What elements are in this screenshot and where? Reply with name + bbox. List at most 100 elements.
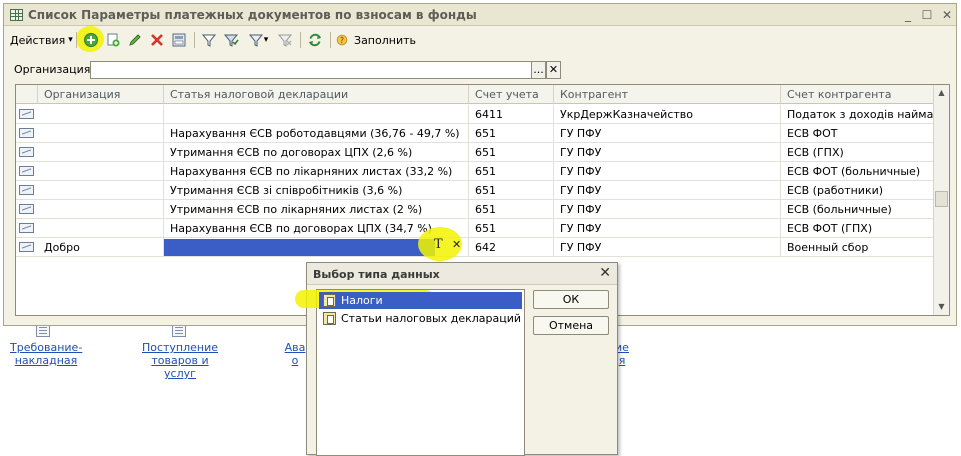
column-header-organization[interactable]: Организация [38,85,164,104]
list-item-taxes[interactable]: Налоги [319,292,522,309]
toolbar-separator [194,32,195,48]
add-icon [84,33,98,47]
cell-article[interactable]: Нарахування ЄСВ роботодавцями (36,76 - 4… [164,124,469,143]
cell-organization[interactable] [38,124,164,143]
cell-article[interactable] [164,105,469,124]
column-header-article[interactable]: Статья налоговой декларации [164,85,469,104]
cell-article[interactable]: Утримання ЄСВ по договорах ЦПХ (2,6 %) [164,143,469,162]
table-row[interactable]: Утримання ЄСВ по лікарняних листах (2 %)… [16,200,934,219]
cell-counterparty-account[interactable]: ЕСВ ФОТ (больничные) [781,162,934,181]
actions-menu[interactable]: Действия ▾ [10,30,73,50]
organization-input[interactable] [90,61,532,79]
delete-icon [151,34,163,46]
link-goods-receipt[interactable]: Поступление товаров и услуг [134,341,226,380]
column-header-account[interactable]: Счет учета [469,85,554,104]
record-icon [19,166,34,176]
cell-organization[interactable] [38,181,164,200]
cell-account[interactable]: 651 [469,181,554,200]
organization-filter: Организация: ... ✕ [4,58,956,82]
cell-organization[interactable] [38,200,164,219]
cell-counterparty-account[interactable]: ЕСВ ФОТ (ГПХ) [781,219,934,238]
cell-account[interactable]: 651 [469,162,554,181]
cell-organization[interactable]: Добро [38,238,164,257]
table-row[interactable]: Нарахування ЄСВ по лікарняних листах (33… [16,162,934,181]
cell-account[interactable]: 651 [469,143,554,162]
table-row[interactable]: Нарахування ЄСВ роботодавцями (36,76 - 4… [16,124,934,143]
link-partial-1[interactable]: Ава о [284,341,306,367]
cell-article[interactable]: Нарахування ЄСВ по лікарняних листах (33… [164,162,469,181]
vertical-scrollbar[interactable]: ▲ ▼ [933,85,949,315]
minimize-button[interactable]: _ [900,7,916,23]
filter-clear-icon [277,34,293,47]
cell-account[interactable]: 651 [469,219,554,238]
clear-cell-button[interactable]: ✕ [452,238,461,251]
column-header-icon [16,85,38,104]
filter-history-button[interactable]: ▾ [244,30,272,50]
clear-organization-button[interactable]: ✕ [546,61,561,79]
list-item-tax-declaration-articles[interactable]: Статьи налоговых деклараций [319,310,522,327]
fill-button[interactable]: ? Заполнить [336,30,416,50]
post-document-icon [172,33,186,47]
cell-counterparty-account[interactable]: ЕСВ (ГПХ) [781,143,934,162]
cell-account[interactable]: 651 [469,200,554,219]
cell-counterparty[interactable]: УкрДержКазначейство [554,105,781,124]
cell-article[interactable]: Утримання ЄСВ по лікарняних листах (2 %) [164,200,469,219]
add-button[interactable] [82,30,100,50]
cell-article[interactable]: Утримання ЄСВ зі співробітників (3,6 %) [164,181,469,200]
cell-account[interactable]: 651 [469,124,554,143]
cell-counterparty[interactable]: ГУ ПФУ [554,181,781,200]
record-icon [19,147,34,157]
scroll-down-icon[interactable]: ▼ [934,299,949,315]
cell-organization[interactable] [38,219,164,238]
cell-counterparty[interactable]: ГУ ПФУ [554,143,781,162]
cell-account[interactable]: 642 [469,238,554,257]
type-select-button[interactable]: T [434,237,443,252]
catalog-icon [323,312,336,325]
filter-button[interactable] [200,30,218,50]
cancel-button[interactable]: Отмена [533,316,609,335]
cell-counterparty-account[interactable]: Военный сбор [781,238,934,257]
scroll-thumb[interactable] [935,191,948,207]
close-button[interactable]: ✕ [939,7,955,23]
cell-counterparty[interactable]: ГУ ПФУ [554,200,781,219]
filter-set-icon [223,34,239,47]
table-row[interactable]: Утримання ЄСВ по договорах ЦПХ (2,6 %) 65… [16,143,934,162]
select-organization-button[interactable]: ... [531,61,546,79]
filter-icon [201,34,217,47]
filter-by-value-button[interactable] [222,30,240,50]
refresh-button[interactable] [306,30,324,50]
table-row[interactable]: Добро 642 ГУ ПФУ Военный сбор [16,238,934,257]
cell-organization[interactable] [38,143,164,162]
copy-button[interactable] [104,30,122,50]
cell-counterparty[interactable]: ГУ ПФУ [554,238,781,257]
cell-account[interactable]: 6411 [469,105,554,124]
post-button[interactable] [170,30,188,50]
cell-counterparty[interactable]: ГУ ПФУ [554,219,781,238]
cell-counterparty[interactable]: ГУ ПФУ [554,162,781,181]
table-row[interactable]: 6411 УкрДержКазначейство Податок з доходів… [16,105,934,124]
scroll-up-icon[interactable]: ▲ [934,85,949,101]
maximize-button[interactable]: ☐ [919,7,935,23]
record-icon [19,128,34,138]
chevron-down-icon: ▾ [263,35,269,45]
cell-counterparty[interactable]: ГУ ПФУ [554,124,781,143]
table-row[interactable]: Нарахування ЄСВ по договорах ЦПХ (34,7 %… [16,219,934,238]
cell-organization[interactable] [38,162,164,181]
column-header-counterparty[interactable]: Контрагент [554,85,781,104]
column-header-counterparty-account[interactable]: Счет контрагента [781,85,934,104]
close-icon[interactable]: ✕ [599,265,611,281]
edit-cell-buttons: T ✕ [432,237,466,254]
cell-counterparty-account[interactable]: ЕСВ (работники) [781,181,934,200]
cell-counterparty-account[interactable]: ЕСВ (больничные) [781,200,934,219]
cell-organization[interactable] [38,105,164,124]
cell-counterparty-account[interactable]: Податок з доходів найман... [781,105,934,124]
record-icon [19,242,34,252]
edit-button[interactable] [126,30,144,50]
type-selection-dialog: Выбор типа данных ✕ Налоги Статьи налого… [295,262,618,456]
clear-filter-button[interactable] [276,30,294,50]
cell-counterparty-account[interactable]: ЕСВ ФОТ [781,124,934,143]
table-row[interactable]: Утримання ЄСВ зі співробітників (3,6 %) 6… [16,181,934,200]
delete-button[interactable] [148,30,166,50]
link-requisition-invoice[interactable]: Требование- накладная [10,341,82,367]
ok-button[interactable]: ОК [533,290,609,309]
